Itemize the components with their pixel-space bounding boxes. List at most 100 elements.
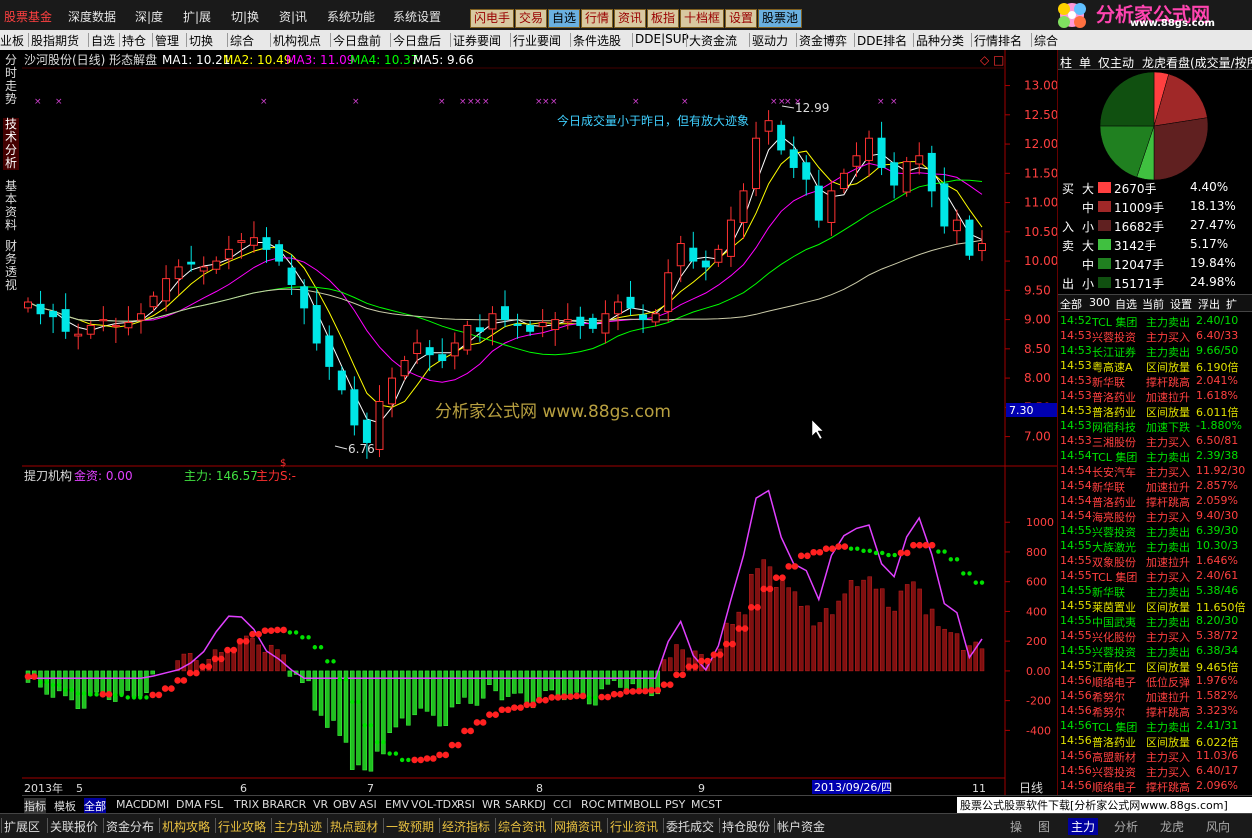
list-item[interactable]: 14:55 大族激光 主力卖出 10.30/3 <box>1058 539 1252 554</box>
indicator-tab-7[interactable]: TRIX <box>234 798 259 811</box>
list-item[interactable]: 14:55 兴蓉投资 主力卖出 6.38/34 <box>1058 644 1252 659</box>
indicator-tab-23[interactable]: PSY <box>665 798 685 811</box>
bottom-item-13[interactable]: 持仓股份 <box>722 818 770 835</box>
list-item[interactable]: 14:56 高盟新材 主力买入 11.03/6 <box>1058 749 1252 764</box>
list-item[interactable]: 14:55 莱茵置业 区间放量 11.650倍 <box>1058 599 1252 614</box>
rb-tab-dragon[interactable]: 龙虎 <box>1160 818 1184 835</box>
rb-tab-chart[interactable]: 图 <box>1038 818 1050 835</box>
toolbar-item-0[interactable]: 业板 <box>0 32 24 49</box>
indicator-tab-3[interactable]: MACD <box>116 798 149 811</box>
quick-ten-level-button[interactable]: 十档框 <box>680 9 725 28</box>
bottom-item-5[interactable]: 主力轨迹 <box>274 818 322 835</box>
list-tab-watchlist[interactable]: 自选 <box>1115 296 1137 312</box>
list-item[interactable]: 14:54 TCL 集团 主力卖出 2.39/38 <box>1058 449 1252 464</box>
toolbar-item-12[interactable]: 条件选股 <box>573 32 621 49</box>
indicator-tab-16[interactable]: WR <box>482 798 501 811</box>
quick-news-button[interactable]: 资讯 <box>614 9 647 28</box>
menu-depth[interactable]: 深|度 <box>135 8 163 25</box>
rb-tab-main[interactable]: 主力 <box>1068 818 1099 835</box>
bottom-item-12[interactable]: 委托成交 <box>666 818 714 835</box>
list-item[interactable]: 14:56 TCL 集团 主力卖出 2.41/31 <box>1058 719 1252 734</box>
menu-system-function[interactable]: 系统功能 <box>327 8 375 25</box>
indicator-tab-22[interactable]: BOLL <box>633 798 661 811</box>
list-tab-float[interactable]: 浮出 <box>1198 296 1220 312</box>
list-item[interactable]: 14:55 兴化股份 主力买入 5.38/72 <box>1058 629 1252 644</box>
list-item[interactable]: 14:53 新华联 撑杆跳高 2.041% <box>1058 374 1252 389</box>
bottom-item-1[interactable]: 关联报价 <box>50 818 98 835</box>
toolbar-item-9[interactable]: 今日盘后 <box>393 32 441 49</box>
credit-banner[interactable]: 股票公式股票软件下载[分析家公式网www.88gs.com] <box>957 797 1252 814</box>
quick-lightning-button[interactable]: 闪电手 <box>470 9 515 28</box>
list-item[interactable]: 14:53 长江证券 主力卖出 9.66/50 <box>1058 344 1252 359</box>
list-tab-300[interactable]: 300 <box>1089 296 1110 309</box>
indicator-tab-5[interactable]: DMA <box>176 798 202 811</box>
menu-system-settings[interactable]: 系统设置 <box>393 8 441 25</box>
list-tab-current[interactable]: 当前 <box>1142 296 1164 312</box>
toolbar-item-6[interactable]: 综合 <box>230 32 254 49</box>
bottom-item-2[interactable]: 资金分布 <box>106 818 154 835</box>
rp-tab-dragon-tiger[interactable]: 龙虎看盘(成交量/按所 <box>1142 54 1252 71</box>
bottom-item-7[interactable]: 一致预期 <box>386 818 434 835</box>
list-item[interactable]: 14:56 希努尔 撑杆跳高 3.323% <box>1058 704 1252 719</box>
rp-tab-bar[interactable]: 柱 <box>1060 54 1072 71</box>
indicator-tab-18[interactable]: KDJ <box>527 798 546 811</box>
indicator-tab-19[interactable]: CCI <box>553 798 572 811</box>
toolbar-item-17[interactable]: DDE排名 <box>857 32 907 49</box>
list-item[interactable]: 14:53 粤高速A 区间放量 6.190倍 <box>1058 359 1252 374</box>
toolbar-item-18[interactable]: 品种分类 <box>916 32 964 49</box>
indicator-tab-12[interactable]: ASI <box>359 798 377 811</box>
toolbar-item-19[interactable]: 行情排名 <box>974 32 1022 49</box>
list-item[interactable]: 14:54 新华联 加速拉升 2.857% <box>1058 479 1252 494</box>
indicator-tab-6[interactable]: FSL <box>204 798 223 811</box>
tab-basic-info[interactable]: 基本资料 <box>3 180 19 232</box>
indicator-tab-20[interactable]: ROC <box>581 798 605 811</box>
list-item[interactable]: 14:54 普洛药业 撑杆跳高 2.059% <box>1058 494 1252 509</box>
quick-stock-pool-button[interactable]: 股票池 <box>758 9 803 28</box>
list-item[interactable]: 14:52 TCL 集团 主力卖出 2.40/10 <box>1058 314 1252 329</box>
quick-settings-button[interactable]: 设置 <box>725 9 758 28</box>
indicator-tab-24[interactable]: MCST <box>691 798 722 811</box>
indicator-tab-2[interactable]: 全部 <box>84 798 106 814</box>
toolbar-item-14[interactable]: 大资金流 <box>689 32 737 49</box>
period-label[interactable]: 日线 <box>1019 781 1043 795</box>
toolbar-item-2[interactable]: 自选 <box>91 32 115 49</box>
tab-financial[interactable]: 财务透视 <box>3 240 19 292</box>
menu-extend[interactable]: 扩|展 <box>183 8 211 25</box>
bottom-item-14[interactable]: 帐户资金 <box>777 818 825 835</box>
list-item[interactable]: 14:53 三湘股份 主力买入 6.50/81 <box>1058 434 1252 449</box>
list-item[interactable]: 14:56 普洛药业 区间放量 6.022倍 <box>1058 734 1252 749</box>
list-item[interactable]: 14:54 海亮股份 主力买入 9.40/30 <box>1058 509 1252 524</box>
tab-intraday[interactable]: 分时走势 <box>3 54 19 106</box>
list-item[interactable]: 14:54 长安汽车 主力买入 11.92/30 <box>1058 464 1252 479</box>
indicator-tab-8[interactable]: BRAR <box>262 798 292 811</box>
rb-tab-operate[interactable]: 操 <box>1010 818 1022 835</box>
toolbar-item-5[interactable]: 切换 <box>189 32 213 49</box>
toolbar-item-4[interactable]: 管理 <box>155 32 179 49</box>
indicator-tab-14[interactable]: VOL-TDX <box>411 798 459 811</box>
bottom-item-6[interactable]: 热点题材 <box>330 818 378 835</box>
indicator-tab-1[interactable]: 模板 <box>54 798 76 814</box>
quick-trade-button[interactable]: 交易 <box>515 9 548 28</box>
list-item[interactable]: 14:55 兴蓉投资 主力卖出 6.39/30 <box>1058 524 1252 539</box>
bottom-item-8[interactable]: 经济指标 <box>442 818 490 835</box>
toolbar-item-20[interactable]: 综合 <box>1034 32 1058 49</box>
bottom-item-9[interactable]: 综合资讯 <box>498 818 546 835</box>
toolbar-item-1[interactable]: 股指期货 <box>31 32 79 49</box>
rp-tab-active-only[interactable]: 仅主动 <box>1098 54 1134 71</box>
rb-tab-analysis[interactable]: 分析 <box>1114 818 1138 835</box>
toolbar-item-11[interactable]: 行业要闻 <box>513 32 561 49</box>
list-item[interactable]: 14:55 双象股份 加速拉升 1.646% <box>1058 554 1252 569</box>
list-item[interactable]: 14:53 普洛药业 加速拉升 1.618% <box>1058 389 1252 404</box>
tab-technical[interactable]: 技术分析 <box>3 118 19 170</box>
indicator-tab-0[interactable]: 指标 <box>24 798 46 814</box>
toolbar-item-7[interactable]: 机构视点 <box>273 32 321 49</box>
quick-watchlist-button[interactable]: 自选 <box>548 9 581 28</box>
toolbar-item-8[interactable]: 今日盘前 <box>333 32 381 49</box>
list-item[interactable]: 14:56 希努尔 加速拉升 1.582% <box>1058 689 1252 704</box>
toolbar-item-15[interactable]: 驱动力 <box>752 32 788 49</box>
list-item[interactable]: 14:53 兴蓉投资 主力买入 6.40/33 <box>1058 329 1252 344</box>
rp-tab-single[interactable]: 单 <box>1079 54 1091 71</box>
list-item[interactable]: 14:55 中国武夷 主力卖出 8.20/30 <box>1058 614 1252 629</box>
bottom-item-4[interactable]: 行业攻略 <box>218 818 266 835</box>
menu-depth-data[interactable]: 深度数据 <box>68 8 116 25</box>
